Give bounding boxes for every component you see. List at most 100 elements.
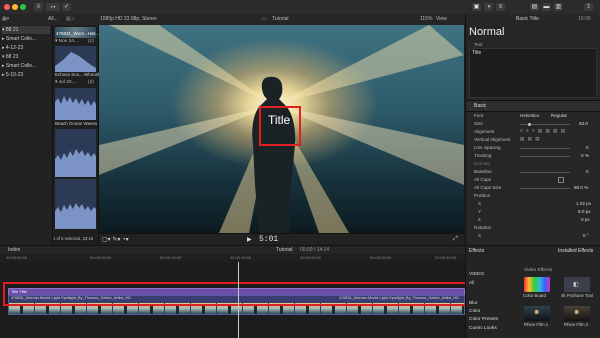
alignment-buttons[interactable]: ≡ ≡ ≡ ▤ ▤ ▤ ▤ <box>520 128 566 134</box>
basic-section-header[interactable]: Basic <box>466 100 600 112</box>
tracking-slider[interactable] <box>520 156 570 157</box>
library-item-smart-collections-2[interactable]: ▸ Smart Colle... <box>2 62 36 70</box>
kerning-label: Kerning <box>474 161 490 166</box>
library-item-event-4-12-23[interactable]: ▸ 4-12-23 <box>2 44 23 52</box>
vertical-alignment-buttons[interactable]: ▤ ▤ ▤ <box>520 136 541 142</box>
keyword-editor-icon[interactable]: ▣ <box>472 3 481 11</box>
font-value[interactable]: Helvetica <box>520 113 539 118</box>
position-x-value[interactable]: 1.02 px <box>576 201 591 206</box>
all-caps-size-label: All Caps Size <box>474 185 502 190</box>
baseline-label: Baseline <box>474 169 492 174</box>
share-icon[interactable]: ⇪ <box>584 3 593 11</box>
library-item-21[interactable]: ▾ 88 21 <box>2 26 50 34</box>
installed-effects-menu[interactable]: Installed Effects <box>558 248 593 254</box>
size-value[interactable]: 63.0 <box>579 121 588 126</box>
view-menu[interactable]: View <box>436 16 447 22</box>
sliders-icon[interactable]: ≡ <box>496 3 505 11</box>
position-label: Position <box>474 193 491 198</box>
library-list-icon[interactable]: ▦▾ <box>2 16 9 22</box>
line-spacing-slider[interactable] <box>520 148 570 149</box>
all-caps-label: All Caps <box>474 177 492 182</box>
effect-thumb-color-board[interactable] <box>524 277 550 292</box>
line-spacing-value[interactable]: 0 <box>586 145 589 150</box>
effect-label: Rhino Film 2 <box>564 322 589 327</box>
all-caps-size-slider[interactable] <box>520 188 570 189</box>
vertical-alignment-label: Vertical Alignment <box>474 137 511 142</box>
size-label: Size <box>474 121 483 126</box>
position-z-value[interactable]: 0 px <box>581 217 590 222</box>
audio-clip-waveform[interactable] <box>55 46 96 72</box>
project-icon: ▭ <box>262 16 267 22</box>
clip-label: Echoes Sca... Whoosh <box>55 72 99 77</box>
all-caps-checkbox[interactable] <box>558 177 564 183</box>
event-date-header[interactable]: ▾ Nov 24,... <box>55 39 79 44</box>
effect-category-color-presets[interactable]: Color Presets <box>469 317 498 322</box>
event-date-header[interactable]: ▾ Jul 20,... <box>55 80 77 85</box>
browser-status: 1 of 6 selected, 33:18 <box>53 236 94 241</box>
effect-category-all[interactable]: All <box>469 281 474 286</box>
audio-clip-waveform[interactable] <box>55 88 96 120</box>
close-window-button[interactable] <box>4 4 10 10</box>
baseline-slider[interactable] <box>520 172 570 173</box>
alignment-label: Alignment <box>474 129 495 134</box>
audio-clip-waveform[interactable] <box>55 129 96 177</box>
library-filter-menu[interactable]: All... <box>48 16 58 22</box>
playhead[interactable] <box>238 262 239 338</box>
index-button[interactable]: Index <box>8 247 20 253</box>
effect-category-blur[interactable]: Blur <box>469 301 478 306</box>
effect-label: 4k Profiume Tool <box>561 293 593 298</box>
effect-thumb-rhino-film-2[interactable]: ☻ <box>564 306 590 321</box>
effect-thumb-4k-profiume[interactable]: ◧ <box>564 277 590 292</box>
tracking-value[interactable]: 0 % <box>581 153 589 158</box>
effects-header: Effects <box>469 248 485 254</box>
timeline-toggle-icon[interactable]: ▬ <box>542 3 551 11</box>
color-icon[interactable]: ◑ <box>484 3 493 11</box>
effect-thumb-rhino-film-1[interactable]: ☻ <box>524 306 550 321</box>
browser-view-icon[interactable]: ▤ ⌕ <box>66 16 75 22</box>
import-icon[interactable]: ⇩ <box>34 3 43 11</box>
keyword-icon[interactable]: ◐▾ <box>46 3 60 11</box>
video-effects-heading: Video Effects <box>524 268 553 273</box>
position-y-value[interactable]: 9.0 px <box>578 209 591 214</box>
transform-tool-icon[interactable]: ▢▾ ✎▾ ◔▾ <box>102 236 129 243</box>
zoom-menu[interactable]: 115% <box>420 16 432 22</box>
timecode-display[interactable]: 5:01 <box>259 235 278 244</box>
inspector-panel: Basic Title 10:00 Normal Text Title Basi… <box>465 14 600 245</box>
effects-browser: Effects Installed Effects VIDEO All Colo… <box>465 245 600 338</box>
baseline-value[interactable]: 0 <box>586 169 589 174</box>
title-highlight-box <box>259 106 301 146</box>
library-item-smart-collections[interactable]: ▸ Smart Colle... <box>2 35 36 43</box>
timeline-project-name: Tutorial <box>276 247 293 253</box>
background-tasks-icon[interactable]: ✓ <box>62 3 71 11</box>
library-item-23[interactable]: ▾ 88 23 <box>2 53 18 61</box>
effect-category-comic-looks[interactable]: Comic Looks <box>469 326 497 331</box>
line-spacing-label: Line Spacing <box>474 145 501 150</box>
browser-toggle-icon[interactable]: ▤ <box>530 3 539 11</box>
position-y-label: Y <box>478 209 482 214</box>
minimize-window-button[interactable] <box>12 4 18 10</box>
font-style-value[interactable]: Regular <box>551 113 567 118</box>
text-field[interactable]: Title <box>469 48 597 98</box>
font-label: Font <box>474 113 484 118</box>
position-z-label: Z <box>478 217 481 222</box>
clip-label: 476831_Wom...Hist...HD <box>56 31 100 36</box>
play-icon[interactable]: ▶ <box>247 236 252 243</box>
all-caps-size-value[interactable]: 80.0 % <box>574 185 588 190</box>
event-count: (1) <box>88 39 94 44</box>
effect-category-color[interactable]: Color <box>469 309 480 314</box>
rotation-x-label: X <box>478 233 482 238</box>
effect-category-video[interactable]: VIDEO <box>469 272 484 277</box>
size-slider-knob[interactable] <box>528 123 531 126</box>
timeline-tracks: Title Title 476831_Woman-Model-Light-Spo… <box>0 262 468 338</box>
library-item-event-5-10-23[interactable]: ▸ 5-10-23 <box>2 71 23 79</box>
inspector-tab-title[interactable]: Basic Title <box>516 16 539 22</box>
title-style-menu[interactable]: Normal <box>469 26 504 38</box>
rotation-x-value[interactable]: 0 ° <box>583 233 589 238</box>
audio-clip-waveform[interactable] <box>55 179 96 229</box>
clip-label: Beach Ocean Waves <box>55 121 98 126</box>
format-info: 1080p HD 23.98p, Stereo <box>100 16 157 22</box>
inspector-toggle-icon[interactable]: ▥ <box>554 3 563 11</box>
inspector-duration: 10:00 <box>578 16 591 22</box>
fullscreen-icon[interactable]: ⤢ <box>453 236 458 243</box>
zoom-window-button[interactable] <box>20 4 26 10</box>
